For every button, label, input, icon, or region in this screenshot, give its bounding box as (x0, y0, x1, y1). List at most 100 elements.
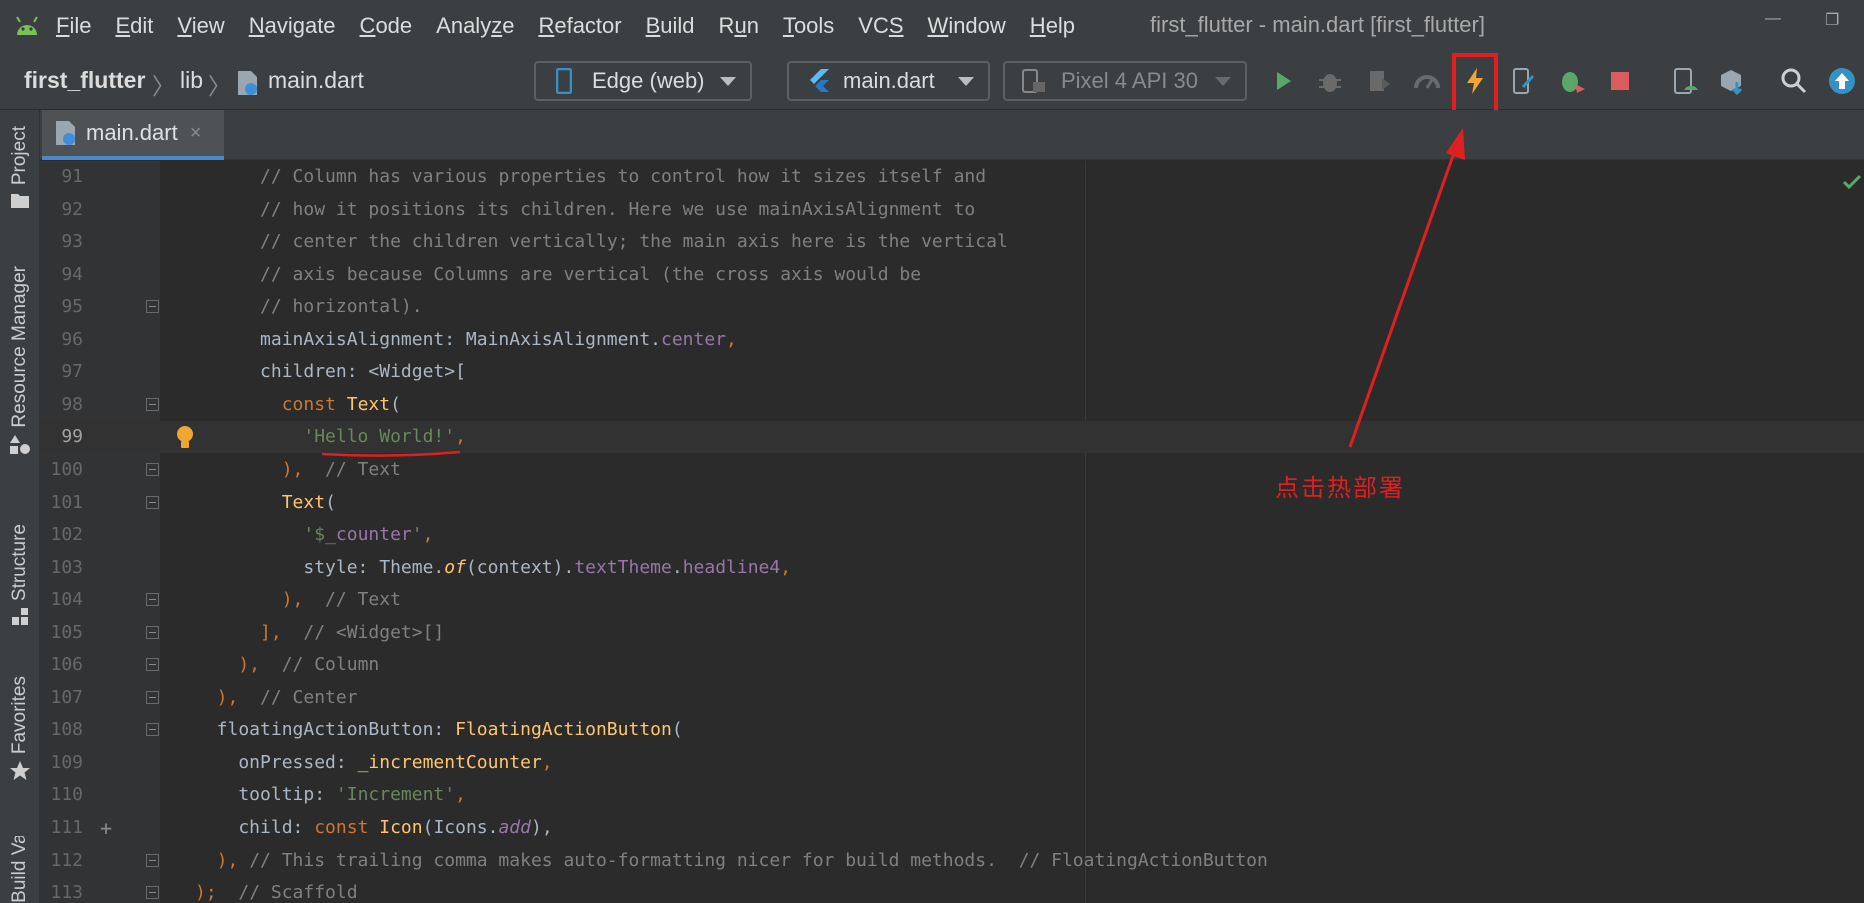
code-text: onPressed: _incrementCounter, (195, 751, 553, 773)
debug-icon[interactable] (1313, 64, 1347, 98)
attach-debugger-icon[interactable] (1555, 64, 1589, 98)
emulator-label: Pixel 4 API 30 (1061, 68, 1198, 93)
line-number: 96 (61, 328, 83, 350)
structure-tool-tab[interactable]: Structure (4, 524, 36, 627)
fold-marker-icon[interactable] (146, 658, 159, 672)
device-manager-icon[interactable] (1506, 64, 1540, 98)
fold-marker-icon[interactable] (146, 886, 159, 900)
add-gutter-icon[interactable]: + (100, 812, 112, 844)
search-icon[interactable] (1777, 64, 1811, 98)
update-icon[interactable] (1825, 64, 1859, 98)
close-tab-icon[interactable]: × (190, 122, 202, 145)
code-line[interactable]: 104 ), // Text (40, 584, 1864, 616)
code-line[interactable]: 106 ), // Column (40, 649, 1864, 681)
menu-bar: File Edit View Navigate Code Analyze Refactor B… (0, 0, 1864, 52)
code-text: children: <Widget>[ (195, 361, 466, 383)
code-line[interactable]: 99 'Hello World!', (40, 421, 1864, 454)
sdk-manager-icon[interactable] (1715, 64, 1749, 98)
code-text: Text( (281, 491, 336, 513)
build-variants-tool-tab[interactable]: Build Variants (4, 836, 36, 903)
fold-marker-icon[interactable] (146, 300, 159, 314)
minimize-icon[interactable]: ― (1765, 10, 1781, 28)
line-number: 105 (50, 621, 83, 643)
menu-item[interactable]: VCS (858, 13, 903, 39)
resource-manager-tool-tab[interactable]: Resource Manager (4, 266, 36, 456)
breadcrumb-file[interactable]: main.dart (268, 67, 364, 94)
breadcrumb-project[interactable]: first_flutter (24, 67, 145, 94)
fold-marker-icon[interactable] (146, 397, 159, 411)
restore-icon[interactable]: ❐ (1825, 10, 1839, 30)
flutter-icon (810, 69, 829, 92)
menu-item[interactable]: Edit (115, 13, 153, 39)
code-line[interactable]: 93 // center the children vertically; th… (40, 226, 1864, 258)
code-line[interactable]: 98 const Text( (40, 389, 1864, 421)
code-line[interactable]: 108 floatingActionButton: FloatingAction… (40, 714, 1864, 746)
code-line[interactable]: 96 mainAxisAlignment: MainAxisAlignment.… (40, 324, 1864, 356)
code-text: tooltip: 'Increment', (195, 784, 466, 806)
run-config-label: main.dart (843, 68, 935, 93)
line-number: 113 (50, 882, 83, 903)
menu-item[interactable]: Analyze (436, 13, 514, 39)
code-line[interactable]: 91 // Column has various properties to c… (40, 161, 1864, 193)
code-line[interactable]: 111 + child: const Icon(Icons.add), (40, 812, 1864, 844)
fold-marker-icon[interactable] (146, 690, 159, 704)
fold-marker-icon[interactable] (146, 625, 159, 639)
code-text: ), // Text (195, 589, 401, 611)
code-line[interactable]: 102 '$_counter', (40, 519, 1864, 551)
menu-item[interactable]: Tools (783, 13, 834, 39)
fold-marker-icon[interactable] (146, 462, 159, 476)
favorites-tool-tab[interactable]: Favorites (4, 676, 36, 782)
menu-item[interactable]: Navigate (249, 13, 336, 39)
code-line[interactable]: 92 // how it positions its children. Her… (40, 194, 1864, 226)
code-line[interactable]: 113); // Scaffold (40, 877, 1864, 903)
chevron-down-icon (1215, 77, 1231, 86)
code-line[interactable]: 107 ), // Center (40, 682, 1864, 714)
menu-item[interactable]: File (56, 13, 91, 39)
menu-item[interactable]: Refactor (538, 13, 621, 39)
fold-marker-icon[interactable] (146, 593, 159, 607)
code-line[interactable]: 112 ), // This trailing comma makes auto… (40, 845, 1864, 877)
code-line[interactable]: 97 children: <Widget>[ (40, 356, 1864, 388)
tab-main-dart[interactable]: main.dart × (42, 110, 224, 160)
run-config-selector[interactable]: main.dart (787, 61, 990, 101)
menu-item[interactable]: View (177, 13, 224, 39)
project-tool-tab[interactable]: Project (4, 126, 36, 209)
intention-bulb-icon[interactable] (175, 425, 195, 451)
line-number: 106 (50, 654, 83, 676)
code-text: 'Hello World!', (303, 426, 466, 448)
fold-marker-icon[interactable] (146, 853, 159, 867)
code-line[interactable]: 109 onPressed: _incrementCounter, (40, 747, 1864, 779)
profile-icon[interactable] (1362, 64, 1396, 98)
fold-marker-icon[interactable] (146, 723, 159, 737)
code-text: style: Theme.of(context).textTheme.headl… (195, 556, 792, 578)
performance-icon[interactable] (1410, 64, 1444, 98)
code-line[interactable]: 95 // horizontal). (40, 291, 1864, 323)
run-icon[interactable] (1266, 64, 1300, 98)
code-line[interactable]: 105 ], // <Widget>[] (40, 617, 1864, 649)
code-line[interactable]: 100 ), // Text (40, 454, 1864, 486)
favorites-tab-label: Favorites (9, 676, 30, 755)
device-selector[interactable]: Edge (web) (534, 61, 752, 101)
code-line[interactable]: 110 tooltip: 'Increment', (40, 779, 1864, 811)
breadcrumb-folder[interactable]: lib (180, 67, 203, 94)
code-line[interactable]: 101 Text( (40, 487, 1864, 519)
emulator-selector[interactable]: Pixel 4 API 30 (1003, 61, 1247, 101)
menu-item[interactable]: Code (360, 13, 413, 39)
stop-icon[interactable] (1603, 64, 1637, 98)
avd-manager-icon[interactable] (1668, 64, 1702, 98)
code-line[interactable]: 94 // axis because Columns are vertical … (40, 259, 1864, 291)
window-title: first_flutter - main.dart [first_flutter… (1150, 12, 1485, 37)
code-editor[interactable]: 91 // Column has various properties to c… (40, 161, 1864, 903)
code-line[interactable]: 103 style: Theme.of(context).textTheme.h… (40, 552, 1864, 584)
menu-item[interactable]: Help (1030, 13, 1075, 39)
android-studio-icon (16, 16, 38, 35)
chevron-down-icon (958, 77, 974, 86)
editor-tab-bar: main.dart × (40, 110, 1864, 160)
annotation-label: 点击热部署 (1275, 474, 1405, 502)
menu-item[interactable]: Build (646, 13, 695, 39)
menu-item[interactable]: Window (928, 13, 1006, 39)
menu-item[interactable]: Run (719, 13, 759, 39)
fold-marker-icon[interactable] (146, 495, 159, 509)
line-number: 104 (50, 589, 83, 611)
code-text: mainAxisAlignment: MainAxisAlignment.cen… (195, 328, 737, 350)
